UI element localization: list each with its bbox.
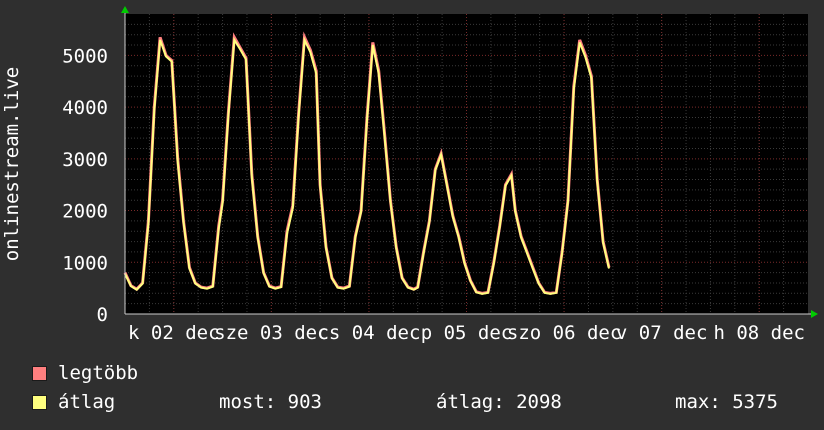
y-tick-label: 3000 bbox=[62, 149, 108, 171]
legend-max-label: legtöbb bbox=[58, 362, 139, 384]
y-axis-title: onlinestream.live bbox=[1, 67, 23, 261]
chart-area: 0 1000 2000 3000 4000 5000 k 02 decsze 03 decc… bbox=[1, 6, 818, 344]
y-tick-label: 5000 bbox=[62, 45, 108, 67]
x-tick-label: h 08 dec bbox=[713, 322, 805, 344]
y-tick-label: 0 bbox=[97, 304, 108, 326]
legend-max-swatch bbox=[32, 366, 47, 381]
stat-current: most: 903 bbox=[219, 391, 322, 413]
legend-avg-swatch bbox=[32, 395, 47, 410]
y-tick-label: 1000 bbox=[62, 252, 108, 274]
y-tick-label: 2000 bbox=[62, 201, 108, 223]
x-tick-label: k 02 dec bbox=[128, 322, 220, 344]
y-tick-label: 4000 bbox=[62, 97, 108, 119]
x-tick-label: cs 04 dec bbox=[317, 322, 420, 344]
stat-average: átlag: 2098 bbox=[436, 391, 562, 413]
x-tick-label: p 05 dec bbox=[421, 322, 513, 344]
legend-avg-label: átlag bbox=[58, 391, 116, 413]
x-tick-label: szo 06 dec bbox=[507, 322, 621, 344]
x-axis-arrow bbox=[811, 310, 818, 318]
x-tick-label: v 07 dec bbox=[616, 322, 708, 344]
y-axis-arrow bbox=[121, 6, 129, 13]
x-tick-label: sze 03 dec bbox=[214, 322, 328, 344]
stat-max: max: 5375 bbox=[675, 391, 778, 413]
